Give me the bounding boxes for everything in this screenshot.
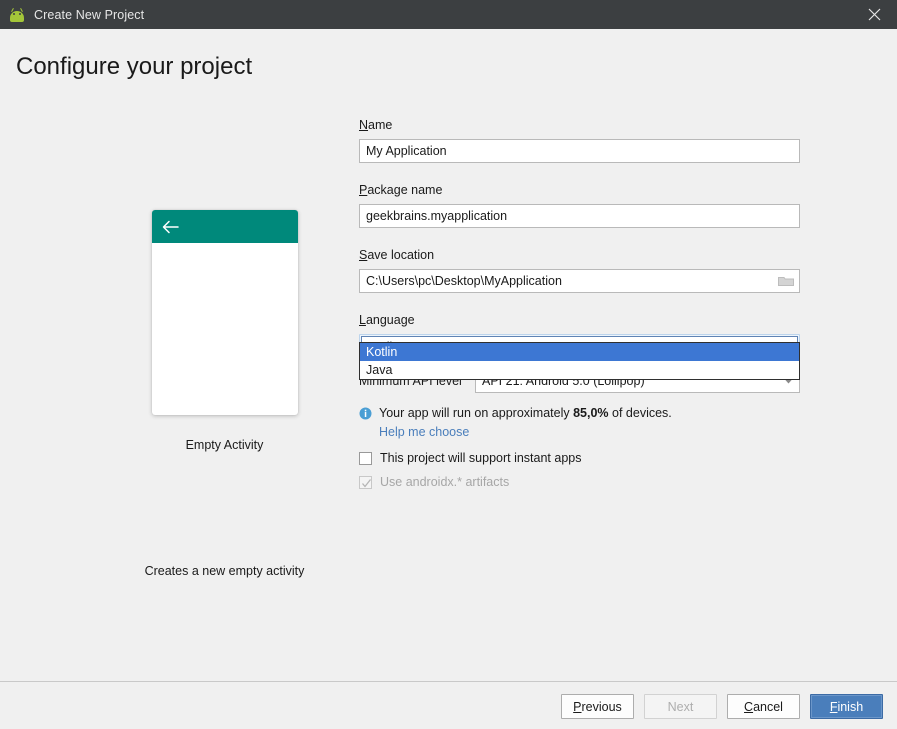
name-field-block: Name bbox=[359, 118, 800, 163]
language-option-java[interactable]: Java bbox=[360, 361, 799, 379]
window-title: Create New Project bbox=[34, 7, 145, 22]
device-coverage-percent: 85,0% bbox=[573, 406, 609, 420]
page-title: Configure your project bbox=[16, 53, 253, 80]
template-preview: Empty Activity bbox=[122, 210, 327, 452]
androidx-row: Use androidx.* artifacts bbox=[359, 475, 800, 489]
language-label-mnemonic: L bbox=[359, 313, 366, 327]
save-location-field-block: Save location bbox=[359, 248, 800, 293]
device-coverage-suffix: of devices. bbox=[608, 406, 672, 420]
window-titlebar: Create New Project bbox=[0, 0, 897, 29]
package-name-input[interactable] bbox=[359, 204, 800, 228]
save-location-input[interactable] bbox=[359, 269, 800, 293]
package-name-label: Package name bbox=[359, 183, 800, 197]
info-icon bbox=[359, 407, 372, 420]
preview-template-name: Empty Activity bbox=[185, 438, 264, 452]
save-location-label: Save location bbox=[359, 248, 800, 262]
instant-apps-checkbox[interactable] bbox=[359, 451, 372, 465]
androidx-label: Use androidx.* artifacts bbox=[380, 475, 510, 489]
button-bar: Previous Next Cancel Finish bbox=[561, 694, 883, 719]
language-label: Language bbox=[359, 313, 800, 327]
help-me-choose-link[interactable]: Help me choose bbox=[379, 425, 469, 439]
name-label-mnemonic: N bbox=[359, 118, 369, 132]
previous-button[interactable]: Previous bbox=[561, 694, 634, 719]
save-location-label-rest: ave location bbox=[367, 248, 435, 262]
save-location-input-wrap bbox=[359, 269, 800, 293]
dialog-body: Configure your project Empty Activity Cr… bbox=[0, 29, 897, 681]
finish-button-mnemonic: F bbox=[829, 699, 838, 714]
next-button: Next bbox=[644, 694, 717, 719]
close-icon[interactable] bbox=[851, 0, 897, 29]
preview-description: Creates a new empty activity bbox=[144, 564, 305, 578]
preview-card bbox=[151, 210, 298, 415]
instant-apps-label: This project will support instant apps bbox=[380, 451, 582, 465]
project-config-form: Name Package name Save location Language bbox=[359, 118, 800, 489]
android-icon bbox=[9, 7, 25, 23]
language-label-rest: anguage bbox=[365, 313, 415, 327]
device-coverage-info: Your app will run on approximately 85,0%… bbox=[359, 406, 800, 420]
finish-button-rest: inish bbox=[837, 699, 864, 714]
package-name-field-block: Package name bbox=[359, 183, 800, 228]
preview-appbar bbox=[151, 210, 298, 243]
package-name-label-rest: ackage name bbox=[367, 183, 443, 197]
name-label-rest: ame bbox=[368, 118, 393, 132]
name-input[interactable] bbox=[359, 139, 800, 163]
finish-button[interactable]: Finish bbox=[810, 694, 883, 719]
cancel-button-rest: ancel bbox=[753, 699, 783, 714]
language-dropdown-list[interactable]: Kotlin Java bbox=[359, 342, 800, 380]
androidx-checkbox bbox=[359, 475, 372, 489]
language-option-kotlin[interactable]: Kotlin bbox=[360, 343, 799, 361]
cancel-button[interactable]: Cancel bbox=[727, 694, 800, 719]
name-label: Name bbox=[359, 118, 800, 132]
previous-button-rest: revious bbox=[581, 699, 622, 714]
device-coverage-text: Your app will run on approximately 85,0%… bbox=[379, 406, 672, 420]
previous-button-mnemonic: P bbox=[573, 699, 582, 714]
back-arrow-icon bbox=[162, 220, 179, 234]
folder-icon[interactable] bbox=[772, 270, 799, 292]
dialog-footer: Previous Next Cancel Finish bbox=[0, 682, 897, 729]
language-field-block: Language Kotlin Kotlin Java Minimum API … bbox=[359, 313, 800, 393]
instant-apps-row[interactable]: This project will support instant apps bbox=[359, 451, 800, 465]
device-coverage-prefix: Your app will run on approximately bbox=[379, 406, 574, 420]
cancel-button-mnemonic: C bbox=[744, 699, 754, 714]
